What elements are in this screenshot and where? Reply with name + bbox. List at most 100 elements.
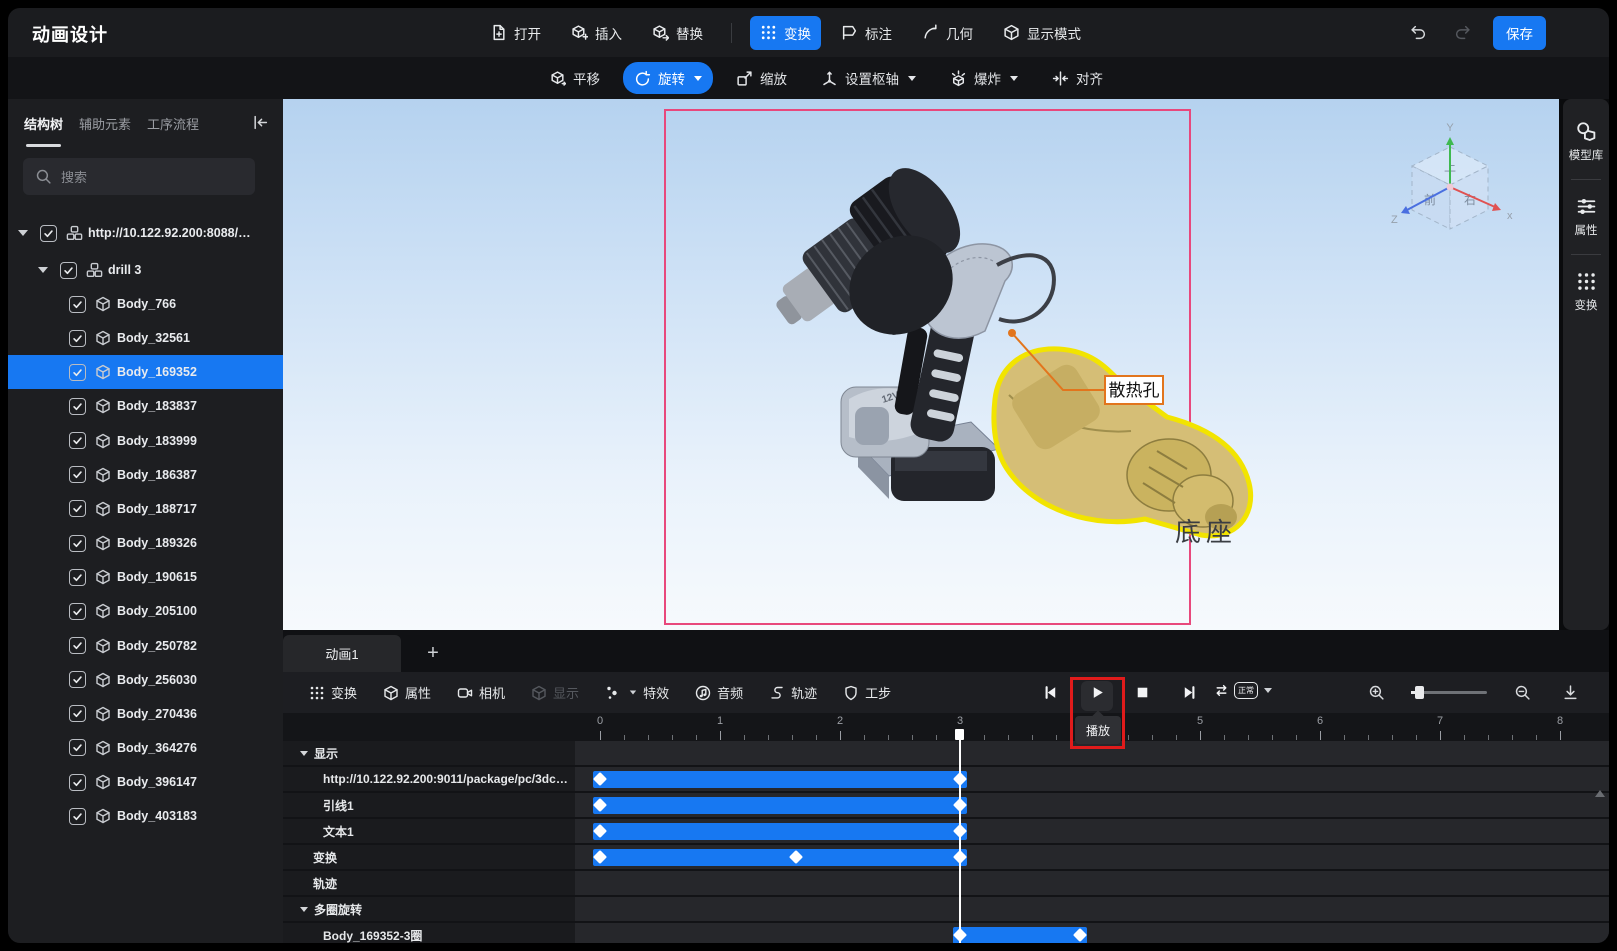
set-pivot-button[interactable]: 设置枢轴 xyxy=(810,62,927,94)
tree-item-body_256030[interactable]: Body_256030 xyxy=(8,663,283,697)
timeline-clip[interactable] xyxy=(593,796,967,814)
tree-item-body_270436[interactable]: Body_270436 xyxy=(8,697,283,731)
visibility-checkbox[interactable] xyxy=(69,773,86,791)
visibility-checkbox[interactable] xyxy=(69,466,86,484)
search-input[interactable]: 搜索 xyxy=(23,158,255,195)
timeline-clip[interactable] xyxy=(593,848,967,866)
tree-item-body_403183[interactable]: Body_403183 xyxy=(8,799,283,833)
track-label-row[interactable]: 轨迹 xyxy=(283,871,575,895)
track-label-row[interactable]: Body_169352-3圈 xyxy=(283,923,575,943)
timeline-zoom-slider[interactable] xyxy=(1411,686,1487,699)
tracks-scroll-up-icon[interactable] xyxy=(1595,790,1605,797)
visibility-checkbox[interactable] xyxy=(69,432,86,450)
insert-button[interactable]: 插入 xyxy=(561,16,632,50)
tree-item-body_205100[interactable]: Body_205100 xyxy=(8,594,283,628)
timeline-tool-property[interactable]: 属性 xyxy=(383,683,431,702)
timeline-tool-audio[interactable]: 音频 xyxy=(695,683,743,702)
visibility-checkbox[interactable] xyxy=(69,602,86,620)
transform-button[interactable]: 变换 xyxy=(750,15,821,50)
tree-item-body_190615[interactable]: Body_190615 xyxy=(8,560,283,594)
tree-item-body_169352[interactable]: Body_169352 xyxy=(8,355,283,390)
visibility-checkbox[interactable] xyxy=(69,295,86,313)
visibility-checkbox[interactable] xyxy=(69,500,86,518)
collapse-panel-button[interactable] xyxy=(252,114,269,131)
timeline-clip[interactable] xyxy=(953,926,1087,943)
step-forward-button[interactable] xyxy=(1175,672,1201,713)
view-cube[interactable]: 上 前 右 Y x Z xyxy=(1391,122,1513,230)
tab-aux-elements[interactable]: 辅助元素 xyxy=(79,114,131,135)
tree-item-body_396147[interactable]: Body_396147 xyxy=(8,765,283,799)
timeline-tool-camera[interactable]: 相机 xyxy=(457,683,505,702)
tree-item-body_364276[interactable]: Body_364276 xyxy=(8,731,283,765)
track-lane[interactable] xyxy=(575,871,1609,895)
tree-item-body_183837[interactable]: Body_183837 xyxy=(8,389,283,423)
timeline-tool-transform[interactable]: 变换 xyxy=(309,683,357,702)
tab-structure-tree[interactable]: 结构树 xyxy=(24,114,63,147)
track-lane[interactable] xyxy=(575,741,1609,765)
save-button[interactable]: 保存 xyxy=(1493,15,1546,50)
timeline-tool-trajectory[interactable]: 轨迹 xyxy=(769,683,817,702)
tab-process-flow[interactable]: 工序流程 xyxy=(147,114,199,135)
replace-button[interactable]: 替换 xyxy=(642,16,713,50)
track-label-row[interactable]: 变换 xyxy=(283,845,575,869)
right-panel-transform[interactable]: 变换 xyxy=(1575,265,1598,319)
visibility-checkbox[interactable] xyxy=(69,397,86,415)
expand-caret-icon[interactable] xyxy=(38,267,48,273)
timeline-clip[interactable] xyxy=(593,822,967,840)
rotate-button[interactable]: 旋转 xyxy=(623,62,713,94)
timeline-ruler[interactable]: 012345678 xyxy=(283,713,1609,741)
track-label-row[interactable]: 多圈旋转 xyxy=(283,897,575,921)
visibility-checkbox[interactable] xyxy=(69,363,86,381)
visibility-checkbox[interactable] xyxy=(69,568,86,586)
tree-item-body_250782[interactable]: Body_250782 xyxy=(8,629,283,663)
open-button[interactable]: 打开 xyxy=(480,16,551,50)
timeline-tool-step[interactable]: 工步 xyxy=(843,683,891,702)
visibility-checkbox[interactable] xyxy=(69,705,86,723)
export-button[interactable] xyxy=(1557,680,1583,706)
visibility-checkbox[interactable] xyxy=(69,739,86,757)
zoom-out-button[interactable] xyxy=(1509,680,1535,706)
explode-button[interactable]: 爆炸 xyxy=(939,62,1029,94)
animation-tab[interactable]: 动画1 xyxy=(283,635,401,672)
playhead[interactable] xyxy=(959,729,961,943)
undo-button[interactable] xyxy=(1405,20,1431,46)
tree-item-body_186387[interactable]: Body_186387 xyxy=(8,458,283,492)
visibility-checkbox[interactable] xyxy=(69,534,86,552)
visibility-checkbox[interactable] xyxy=(60,261,77,279)
tree-item-body_766[interactable]: Body_766 xyxy=(8,287,283,321)
right-panel-properties[interactable]: 属性 xyxy=(1575,190,1598,244)
viewport-3d[interactable]: 12V 散热孔 底座 前 右 Y x Z xyxy=(283,99,1559,638)
track-label-row[interactable]: 文本1 xyxy=(283,819,575,843)
expand-caret-icon[interactable] xyxy=(18,230,28,236)
track-label-row[interactable]: 显示 xyxy=(283,741,575,765)
visibility-checkbox[interactable] xyxy=(69,807,86,825)
track-caret-icon[interactable] xyxy=(300,906,308,912)
track-lane[interactable] xyxy=(575,923,1609,943)
redo-button[interactable] xyxy=(1449,20,1475,46)
annotate-button[interactable]: 标注 xyxy=(831,16,902,50)
tree-item-body_183999[interactable]: Body_183999 xyxy=(8,424,283,458)
slider-handle[interactable] xyxy=(1415,686,1424,699)
step-back-button[interactable] xyxy=(1038,672,1064,713)
play-button[interactable] xyxy=(1084,672,1110,713)
geometry-button[interactable]: 几何 xyxy=(912,16,983,50)
timeline-tool-effects[interactable]: 特效 xyxy=(605,683,669,702)
play-speed-button[interactable]: 正常 xyxy=(1213,682,1272,699)
tree-item-body_188717[interactable]: Body_188717 xyxy=(8,492,283,526)
tree-item-http10122922008088pack[interactable]: http://10.122.92.200:8088/pack... xyxy=(8,216,283,250)
visibility-checkbox[interactable] xyxy=(69,637,86,654)
track-caret-icon[interactable] xyxy=(300,750,308,756)
visibility-checkbox[interactable] xyxy=(40,224,57,242)
stop-button[interactable] xyxy=(1129,672,1155,713)
scale-button[interactable]: 缩放 xyxy=(725,62,798,94)
tree-item-body_32561[interactable]: Body_32561 xyxy=(8,321,283,355)
right-panel-model-library[interactable]: 模型库 xyxy=(1569,115,1603,169)
zoom-in-button[interactable] xyxy=(1363,680,1389,706)
tree-item-drill3[interactable]: drill 3 xyxy=(8,253,283,287)
pan-button[interactable]: 平移 xyxy=(538,62,611,94)
visibility-checkbox[interactable] xyxy=(69,671,86,689)
track-label-row[interactable]: http://10.122.92.200:9011/package/pc/3dc… xyxy=(283,767,575,791)
tree-item-body_189326[interactable]: Body_189326 xyxy=(8,526,283,560)
track-lane[interactable] xyxy=(575,897,1609,921)
align-button[interactable]: 对齐 xyxy=(1041,62,1114,94)
